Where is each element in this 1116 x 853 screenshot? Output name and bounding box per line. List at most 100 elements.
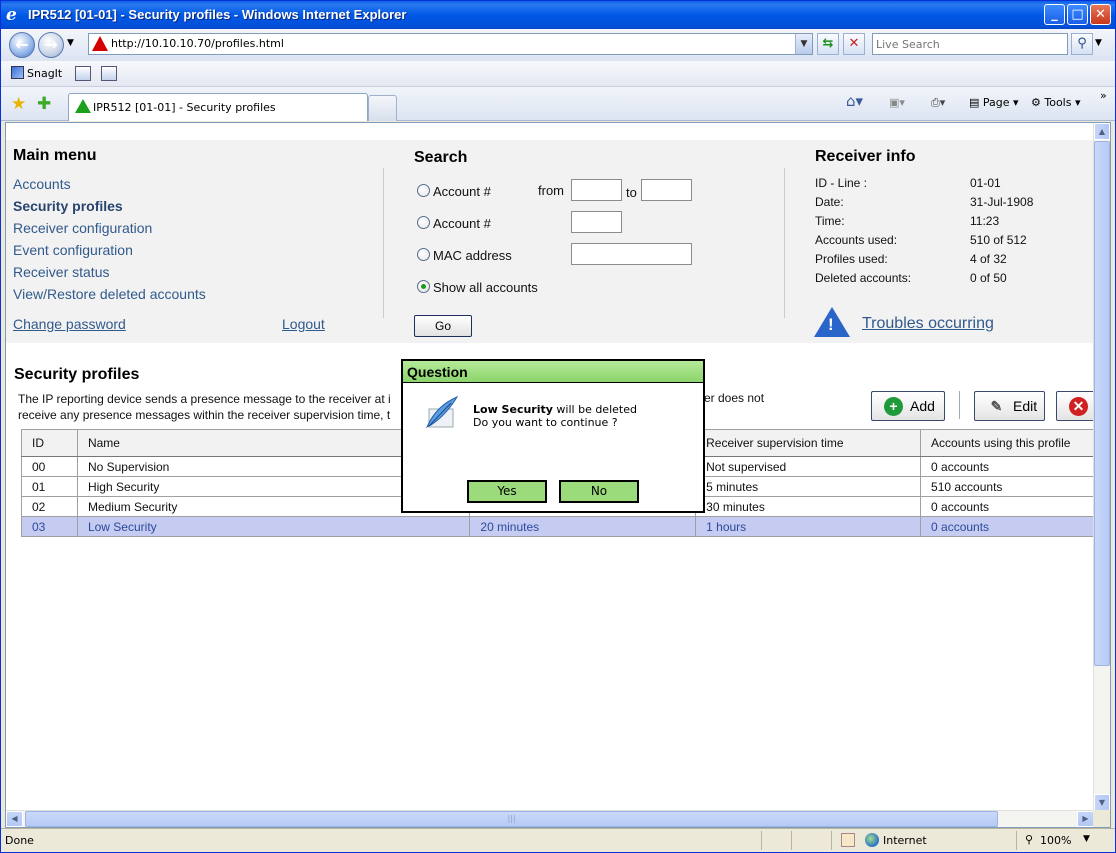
column-header[interactable]: Accounts using this profile [920, 429, 1094, 457]
mac-address-input[interactable] [571, 243, 692, 265]
search-options-dropdown-icon[interactable]: ▼ [1095, 38, 1102, 48]
zoom-level[interactable]: 100% [1040, 834, 1071, 847]
snagit-capture-icon[interactable] [101, 66, 117, 81]
stop-button[interactable]: ✕ [843, 33, 865, 55]
scroll-down-arrow-icon[interactable]: ▼ [1094, 794, 1110, 811]
security-zone-label: Internet [883, 834, 927, 847]
go-button[interactable]: Go [414, 315, 472, 337]
account-number-input[interactable] [571, 211, 622, 233]
tab-favicon-icon [75, 99, 91, 113]
address-bar[interactable]: http://10.10.10.70/profiles.html ▼ [88, 33, 813, 55]
change-password-link[interactable]: Change password [13, 316, 126, 332]
info-value: 0 of 50 [970, 271, 1007, 285]
main-menu-title: Main menu [13, 147, 97, 164]
status-divider [831, 831, 832, 850]
menu-security-profiles[interactable]: Security profiles [13, 198, 123, 214]
new-tab-button[interactable] [368, 95, 397, 121]
tab-security-profiles[interactable]: IPR512 [01-01] - Security profiles [68, 93, 368, 121]
logout-link[interactable]: Logout [282, 316, 325, 332]
horizontal-scrollbar[interactable]: ◀ ||| ▶ [6, 810, 1094, 827]
forward-button[interactable]: → [38, 32, 64, 58]
status-bar: Done Internet ⚲ 100% ▼ [1, 828, 1115, 852]
close-window-button[interactable]: ✕ [1090, 4, 1111, 25]
info-key: Profiles used: [815, 252, 888, 266]
web-page: Main menu Accounts Security profiles Rec… [6, 123, 1094, 811]
search-input[interactable] [873, 34, 1067, 54]
cell-time: 20 minutes [469, 516, 697, 537]
scroll-left-arrow-icon[interactable]: ◀ [6, 811, 23, 827]
radio-mac-address[interactable] [417, 248, 430, 261]
chevron-more-icon[interactable]: » [1100, 89, 1107, 102]
account-from-input[interactable] [571, 179, 622, 201]
zoom-icon[interactable]: ⚲ [1025, 833, 1033, 846]
delete-confirm-dialog: Question Low Security will be deleted Do… [401, 359, 705, 513]
info-key: Date: [815, 195, 844, 209]
internet-zone-icon [865, 833, 879, 847]
print-icon[interactable]: ⎙▾ [931, 96, 945, 110]
radio-account-range[interactable] [417, 184, 430, 197]
scroll-up-arrow-icon[interactable]: ▲ [1094, 123, 1110, 140]
protected-mode-icon[interactable] [841, 833, 855, 847]
back-button[interactable]: ← [9, 32, 35, 58]
edit-button[interactable]: ✎ Edit [974, 391, 1045, 421]
search-go-button[interactable]: ⚲ [1071, 33, 1093, 55]
top-panel [6, 140, 1094, 343]
no-button[interactable]: No [559, 480, 639, 503]
yes-button[interactable]: Yes [467, 480, 547, 503]
menu-receiver-status[interactable]: Receiver status [13, 264, 109, 280]
scrollbar-corner [1093, 810, 1110, 827]
info-value: 11:23 [970, 214, 1000, 228]
delete-x-icon: ✕ [1069, 397, 1088, 416]
refresh-button[interactable]: ⇆ [817, 33, 839, 55]
menu-view-restore-deleted[interactable]: View/Restore deleted accounts [13, 286, 206, 302]
address-dropdown-icon[interactable]: ▼ [795, 34, 812, 54]
radio-show-all[interactable] [417, 280, 430, 293]
snagit-icon [11, 66, 24, 79]
search-title: Search [414, 149, 468, 166]
profiles-description: The IP reporting device sends a presence… [18, 392, 391, 422]
menu-event-configuration[interactable]: Event configuration [13, 242, 133, 258]
feeds-icon[interactable]: ▣▾ [889, 96, 905, 109]
snagit-button[interactable]: SnagIt [11, 66, 62, 80]
horizontal-scroll-thumb[interactable]: ||| [25, 811, 998, 827]
minimize-button[interactable]: _ [1044, 4, 1065, 25]
delete-button[interactable]: ✕ [1056, 391, 1094, 421]
cell-id: 00 [21, 456, 78, 477]
home-icon[interactable]: ⌂▾ [846, 92, 863, 110]
cell-accounts: 0 accounts [920, 456, 1094, 477]
column-header[interactable]: ID [21, 429, 78, 457]
browser-window: e IPR512 [01-01] - Security profiles - W… [0, 0, 1116, 853]
label-from: from [538, 183, 564, 198]
menu-accounts[interactable]: Accounts [13, 176, 71, 192]
live-search-box[interactable] [872, 33, 1068, 55]
table-row-selected[interactable]: 03 Low Security 20 minutes 1 hours 0 acc… [21, 516, 1094, 537]
scroll-right-arrow-icon[interactable]: ▶ [1077, 811, 1094, 827]
info-key: ID - Line : [815, 176, 868, 190]
vertical-scrollbar[interactable]: ▲ ▼ [1093, 123, 1110, 811]
column-header[interactable]: Receiver supervision time [695, 429, 922, 457]
info-value: 01-01 [970, 176, 1001, 190]
add-favorite-icon[interactable]: ✚ [37, 94, 51, 114]
add-button[interactable]: + Add [871, 391, 945, 421]
label-account-single: Account # [433, 216, 491, 231]
snagit-window-icon[interactable] [75, 66, 91, 81]
radio-account-single[interactable] [417, 216, 430, 229]
feather-question-icon [426, 395, 459, 429]
cell-supervision: 30 minutes [695, 496, 922, 517]
tools-menu[interactable]: ⚙ Tools ▾ [1031, 96, 1081, 109]
favorites-star-icon[interactable]: ★ [11, 94, 26, 114]
recent-pages-dropdown-icon[interactable]: ▼ [67, 38, 74, 48]
cell-id: 01 [21, 476, 78, 497]
vertical-scroll-thumb[interactable] [1094, 141, 1110, 666]
cell-id: 03 [21, 516, 78, 537]
page-menu[interactable]: ▤ Page ▾ [969, 96, 1019, 109]
zoom-dropdown-icon[interactable]: ▼ [1083, 834, 1090, 844]
divider [784, 168, 785, 318]
troubles-occurring-link[interactable]: Troubles occurring [862, 315, 994, 333]
cell-name: Low Security [76, 516, 471, 537]
menu-receiver-configuration[interactable]: Receiver configuration [13, 220, 152, 236]
address-toolbar: ← → ▼ http://10.10.10.70/profiles.html ▼… [1, 29, 1115, 61]
maximize-button[interactable]: □ [1067, 4, 1088, 25]
account-to-input[interactable] [641, 179, 692, 201]
receiver-info-title: Receiver info [815, 148, 916, 165]
